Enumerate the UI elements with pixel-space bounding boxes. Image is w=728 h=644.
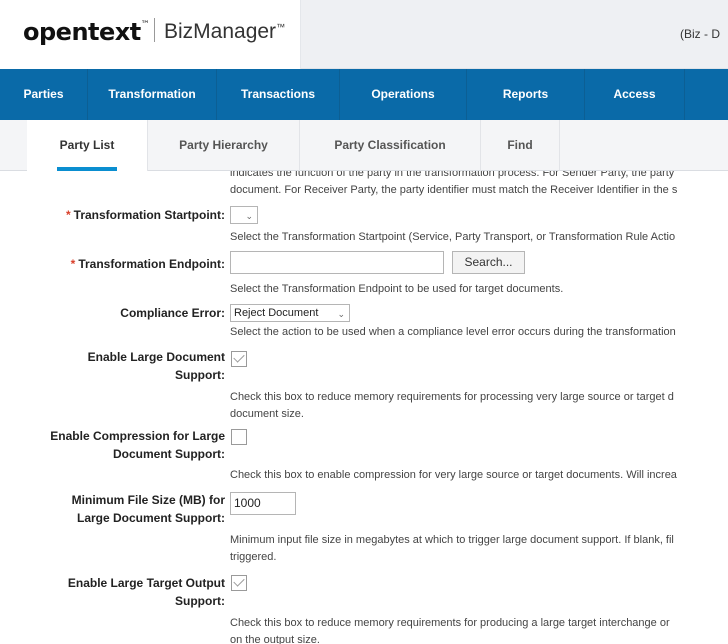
logo-divider [154, 18, 155, 42]
nav-transformation[interactable]: Transformation [88, 69, 217, 120]
enable-large-document-help-2: document size. [230, 408, 304, 420]
logo-trademark: ™ [140, 20, 150, 30]
enable-compression-label-1: Enable Compression for Large [50, 429, 225, 443]
min-file-size-help-2: triggered. [230, 551, 277, 563]
min-file-size-label: Minimum File Size (MB) for Large Documen… [72, 491, 225, 527]
help-text-party-role: indicates the function of the party in t… [230, 171, 675, 179]
compliance-error-value: Reject Document [234, 307, 319, 319]
nav-access[interactable]: Access [585, 69, 685, 120]
enable-large-document-help: Check this box to reduce memory requirem… [230, 391, 674, 403]
brand-area: opentext™ BizManager™ [0, 0, 301, 69]
help-text-party-role-2: document. For Receiver Party, the party … [230, 184, 678, 196]
search-button[interactable]: Search... [452, 251, 525, 274]
product-name-text: BizManager [164, 20, 277, 43]
tab-party-list-label: Party List [59, 138, 115, 152]
transformation-endpoint-label: * Transformation Endpoint: [71, 255, 225, 273]
enable-large-document-checkbox[interactable] [231, 351, 247, 367]
enable-large-document-label-2: Support: [175, 368, 225, 382]
tab-find[interactable]: Find [481, 120, 560, 171]
sub-tabs: Party List Party Hierarchy Party Classif… [0, 120, 728, 171]
transformation-startpoint-select[interactable]: ⌄ [230, 206, 258, 224]
min-file-size-input[interactable]: 1000 [230, 492, 296, 515]
main-nav: Parties Transformation Transactions Oper… [0, 69, 728, 120]
compliance-error-label: Compliance Error: [120, 306, 225, 320]
enable-compression-checkbox[interactable] [231, 429, 247, 445]
tab-party-hierarchy[interactable]: Party Hierarchy [148, 120, 300, 171]
logo-text: opentext [23, 18, 141, 46]
enable-compression-help: Check this box to enable compression for… [230, 469, 677, 481]
tab-party-classification[interactable]: Party Classification [300, 120, 481, 171]
nav-transactions[interactable]: Transactions [217, 69, 340, 120]
tab-party-list[interactable]: Party List [27, 120, 148, 171]
enable-large-document-label: Enable Large Document Support: [88, 348, 225, 384]
required-marker: * [70, 257, 76, 271]
transformation-endpoint-help: Select the Transformation Endpoint to be… [230, 283, 564, 295]
enable-large-target-label-1: Enable Large Target Output [67, 576, 225, 590]
product-name: BizManager™ [164, 20, 285, 44]
checkmark-icon [233, 351, 245, 363]
app-header: opentext™ BizManager™ (Biz - D [0, 0, 728, 69]
nav-operations[interactable]: Operations [340, 69, 467, 120]
transformation-startpoint-label: * Transformation Startpoint: [66, 206, 225, 224]
transformation-startpoint-label-text: Transformation Startpoint: [73, 208, 225, 222]
enable-large-target-help-2: on the output size. [230, 634, 320, 644]
enable-large-target-checkbox[interactable] [231, 575, 247, 591]
party-form: indicates the function of the party in t… [0, 171, 728, 644]
enable-large-document-label-1: Enable Large Document [87, 350, 225, 364]
chevron-down-icon: ⌄ [245, 211, 253, 221]
transformation-startpoint-help: Select the Transformation Startpoint (Se… [230, 231, 676, 243]
min-file-size-help: Minimum input file size in megabytes at … [230, 534, 674, 546]
required-marker: * [65, 208, 71, 222]
transformation-endpoint-label-text: Transformation Endpoint: [78, 257, 225, 271]
min-file-size-label-2: Large Document Support: [76, 511, 225, 525]
compliance-error-help: Select the action to be used when a comp… [230, 326, 676, 338]
min-file-size-label-1: Minimum File Size (MB) for [71, 493, 225, 507]
enable-large-target-label: Enable Large Target Output Support: [68, 574, 225, 610]
compliance-error-select[interactable]: Reject Document ⌄ [230, 304, 350, 322]
nav-reports[interactable]: Reports [467, 69, 585, 120]
nav-parties[interactable]: Parties [0, 69, 88, 120]
environment-label: (Biz - D [680, 27, 720, 41]
product-trademark: ™ [276, 22, 286, 32]
enable-compression-label-2: Document Support: [113, 447, 225, 461]
checkmark-icon [233, 575, 245, 587]
enable-compression-label: Enable Compression for Large Document Su… [50, 427, 225, 463]
opentext-logo: opentext™ [23, 18, 150, 46]
enable-large-target-label-2: Support: [175, 594, 225, 608]
enable-large-target-help: Check this box to reduce memory requirem… [230, 617, 670, 629]
transformation-endpoint-input[interactable] [230, 251, 444, 274]
nav-overflow [685, 69, 728, 120]
chevron-down-icon: ⌄ [337, 309, 345, 319]
